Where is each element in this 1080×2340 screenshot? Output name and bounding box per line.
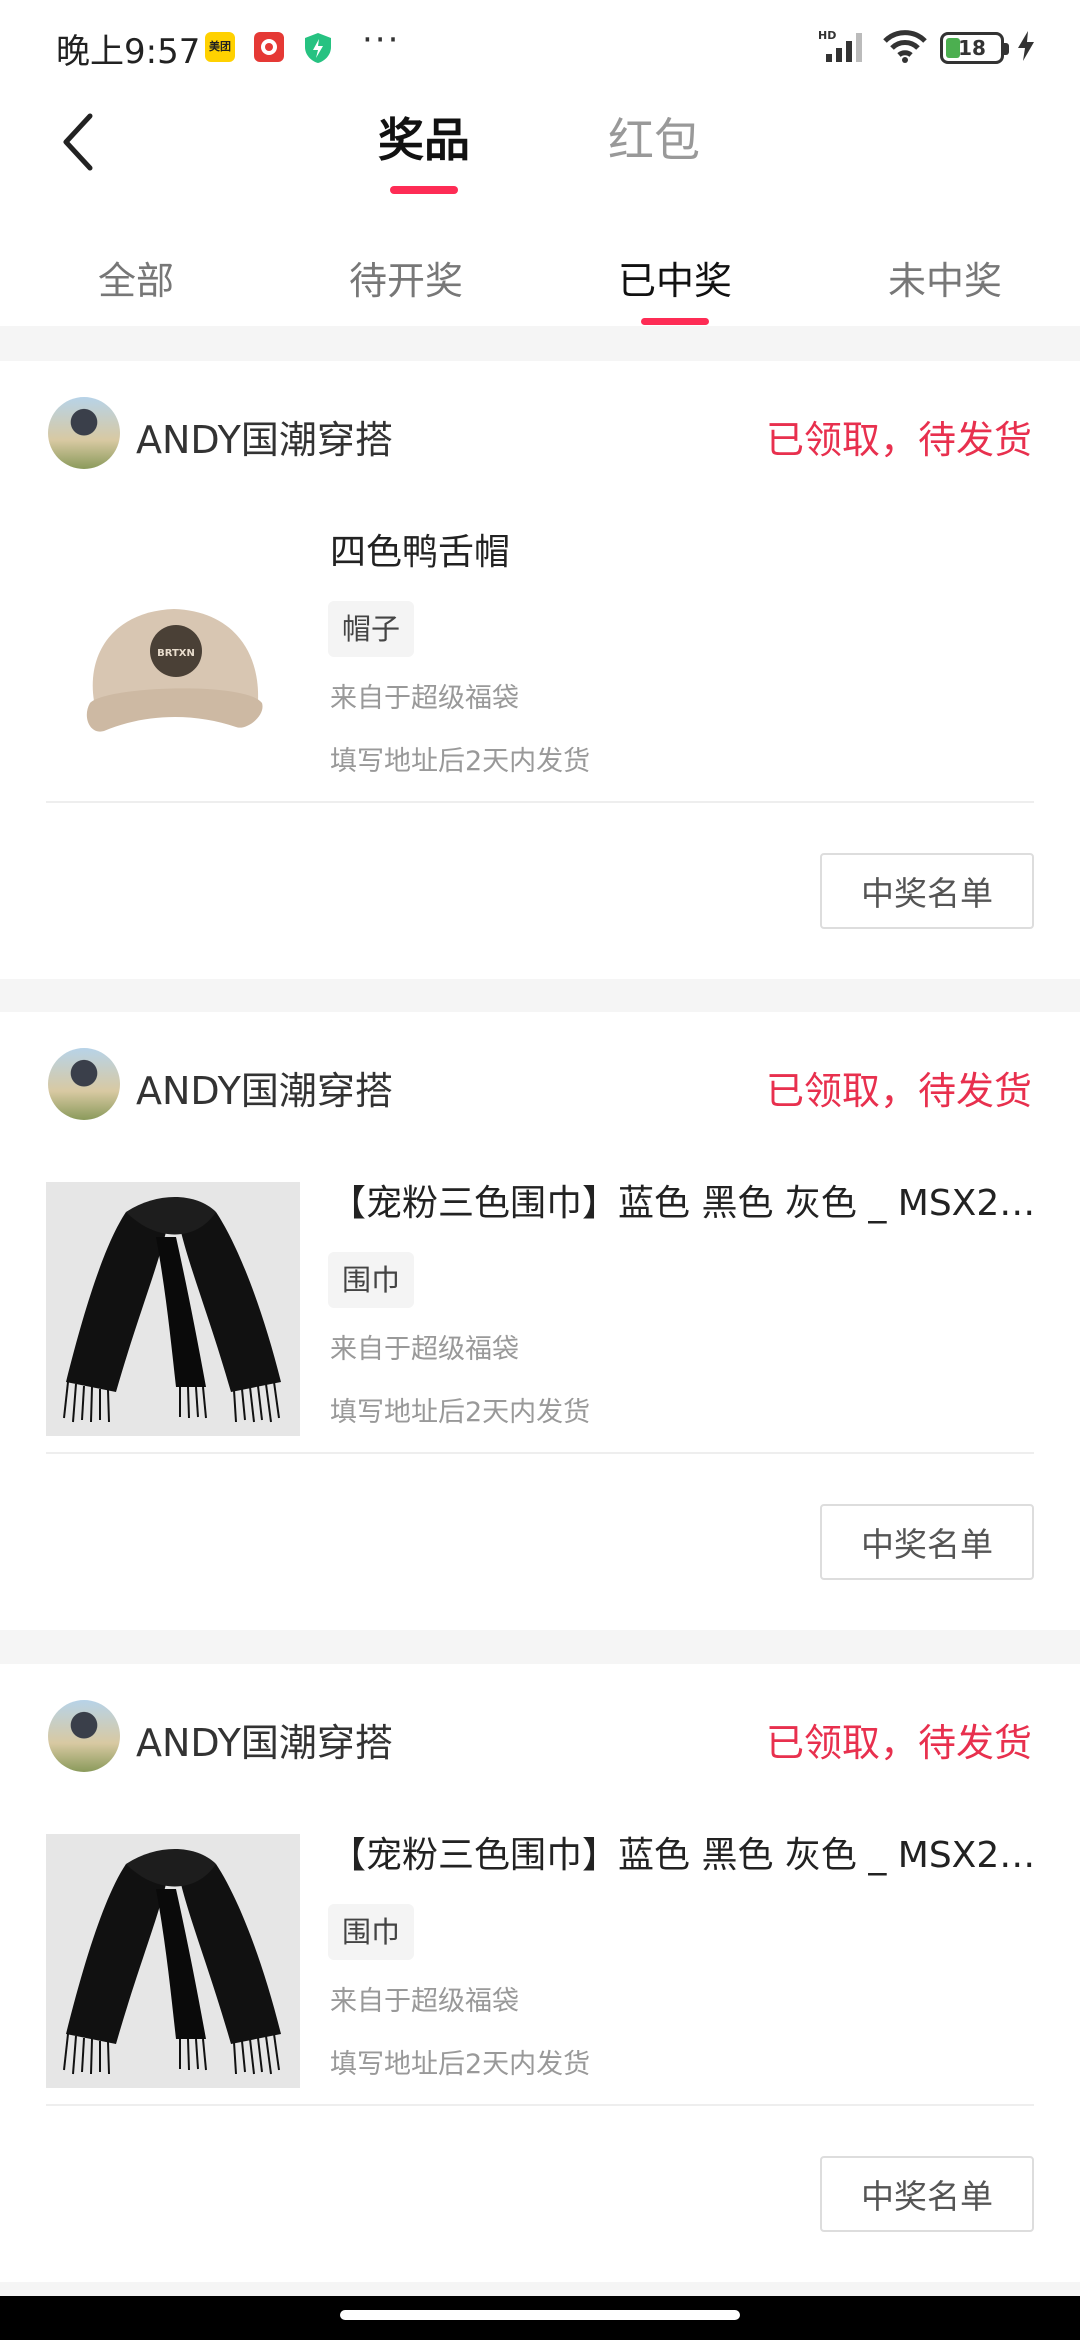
product-image-scarf[interactable] — [46, 1182, 300, 1436]
signal-icon: HD — [818, 28, 870, 68]
wifi-icon — [882, 28, 928, 68]
meituan-app-icon: 美团 — [205, 32, 235, 62]
filter-tabs: 全部 待开奖 已中奖 未中奖 — [0, 220, 1080, 326]
avatar[interactable] — [48, 397, 120, 469]
battery-level: 18 — [958, 36, 986, 60]
status-badge: 已领取，待发货 — [765, 1721, 1032, 1765]
svg-text:HD: HD — [818, 29, 836, 42]
subtab-won[interactable]: 已中奖 — [575, 250, 775, 305]
shop-name[interactable]: ANDY国潮穿搭 — [136, 1060, 393, 1115]
tab-prizes[interactable]: 奖品 — [378, 104, 470, 170]
back-button[interactable] — [48, 104, 108, 184]
prize-card[interactable]: ANDY国潮穿搭 已领取，待发货 【宠粉三色围巾】蓝色 黑色 灰色 _ MSX2… — [0, 1664, 1080, 2282]
product-title[interactable]: 四色鸭舌帽 — [330, 523, 1036, 575]
divider — [46, 1452, 1034, 1454]
winners-list-button[interactable]: 中奖名单 — [820, 2156, 1034, 2232]
prize-source: 来自于超级福袋 — [330, 1986, 519, 2017]
tab-red-packet[interactable]: 红包 — [608, 104, 700, 170]
shipping-info: 填写地址后2天内发货 — [330, 2049, 591, 2080]
prize-card[interactable]: ANDY国潮穿搭 已领取，待发货 【宠粉三色围巾】蓝色 黑色 灰色 _ MSX2… — [0, 1012, 1080, 1630]
subtab-all[interactable]: 全部 — [36, 250, 236, 305]
status-bar: 晚上9:57 美团 ··· HD 18 — [0, 0, 1080, 90]
category-tag: 围巾 — [328, 1904, 415, 1960]
back-arrow-icon — [60, 112, 96, 176]
status-badge: 已领取，待发货 — [765, 1069, 1032, 1113]
pinduoduo-app-icon — [254, 32, 284, 62]
winners-list-button[interactable]: 中奖名单 — [820, 853, 1034, 929]
winners-list-button[interactable]: 中奖名单 — [820, 1504, 1034, 1580]
product-image-scarf[interactable] — [46, 1834, 300, 2088]
avatar[interactable] — [48, 1048, 120, 1120]
status-badge: 已领取，待发货 — [765, 418, 1032, 462]
product-title[interactable]: 【宠粉三色围巾】蓝色 黑色 灰色 _ MSX20... — [330, 1174, 1036, 1226]
subtab-won-indicator — [641, 318, 709, 325]
card-header: ANDY国潮穿搭 已领取，待发货 — [48, 1048, 1032, 1122]
tab-prizes-indicator — [390, 186, 458, 194]
category-tag: 帽子 — [328, 601, 415, 657]
product-image-cap[interactable]: BRTXN — [46, 531, 300, 785]
security-shield-icon — [303, 32, 333, 63]
charging-icon — [1016, 30, 1036, 66]
card-header: ANDY国潮穿搭 已领取，待发货 — [48, 397, 1032, 471]
prize-card[interactable]: ANDY国潮穿搭 已领取，待发货 BRTXN 四色鸭舌帽 帽子 来自于超级福袋 … — [0, 361, 1080, 979]
subtab-not-won[interactable]: 未中奖 — [845, 250, 1045, 305]
status-time: 晚上9:57 — [56, 32, 201, 72]
system-navigation-bar — [0, 2296, 1080, 2340]
shipping-info: 填写地址后2天内发货 — [330, 746, 591, 777]
cap-logo-text: BRTXN — [157, 648, 195, 659]
more-notifications-icon: ··· — [362, 20, 401, 60]
card-header: ANDY国潮穿搭 已领取，待发货 — [48, 1700, 1032, 1774]
subtab-pending[interactable]: 待开奖 — [306, 250, 506, 305]
prize-source: 来自于超级福袋 — [330, 1334, 519, 1365]
divider — [46, 2104, 1034, 2106]
status-indicators: HD 18 — [818, 28, 1036, 68]
prize-source: 来自于超级福袋 — [330, 683, 519, 714]
home-indicator[interactable] — [340, 2310, 740, 2320]
divider — [46, 801, 1034, 803]
shop-name[interactable]: ANDY国潮穿搭 — [136, 409, 393, 464]
top-navigation: 奖品 红包 — [0, 90, 1080, 220]
avatar[interactable] — [48, 1700, 120, 1772]
product-title[interactable]: 【宠粉三色围巾】蓝色 黑色 灰色 _ MSX20... — [330, 1826, 1036, 1878]
battery-icon: 18 — [940, 32, 1009, 64]
shipping-info: 填写地址后2天内发货 — [330, 1397, 591, 1428]
shop-name[interactable]: ANDY国潮穿搭 — [136, 1712, 393, 1767]
category-tag: 围巾 — [328, 1252, 415, 1308]
